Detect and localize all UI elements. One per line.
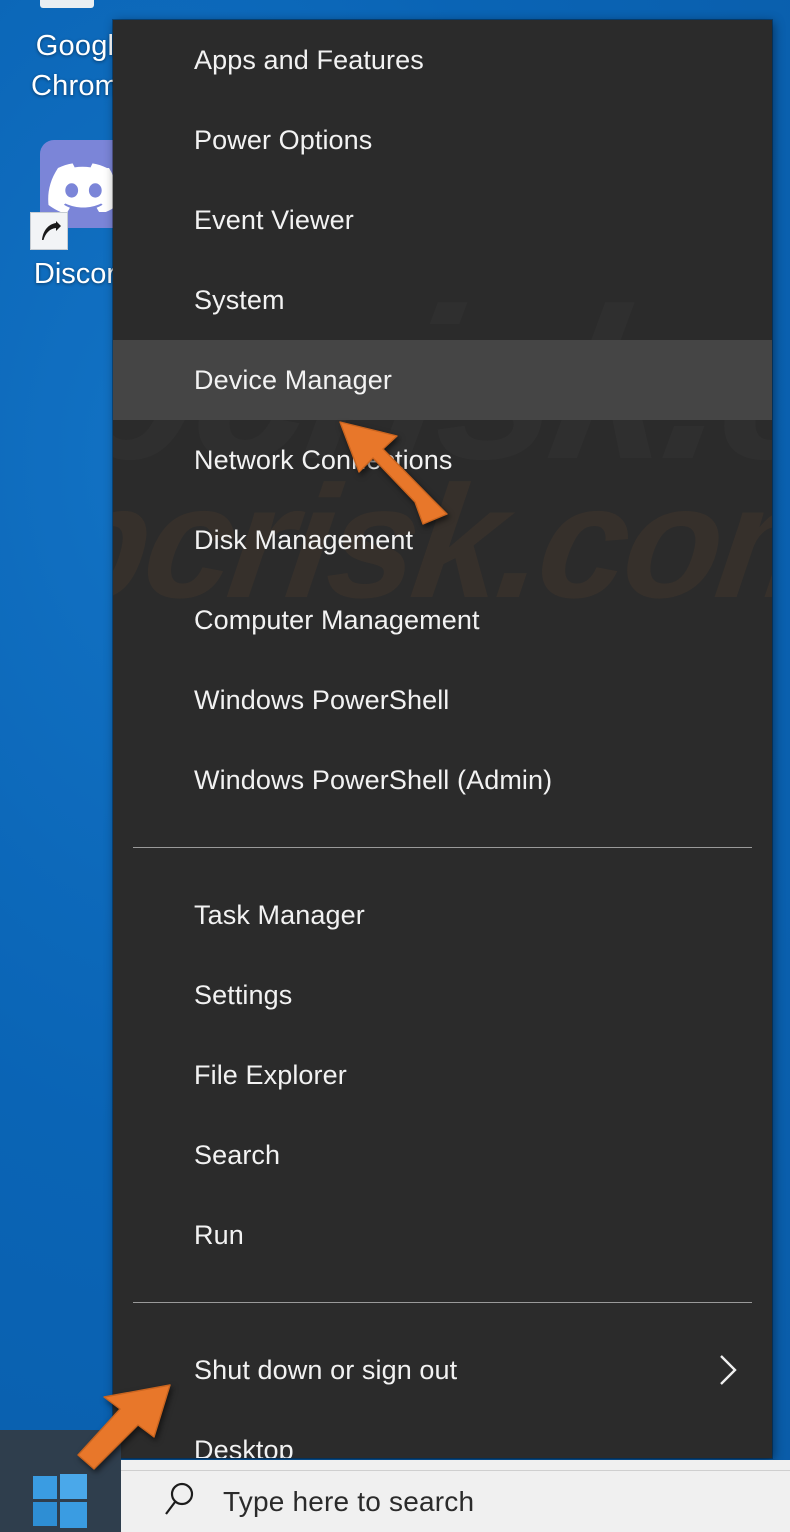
chrome-icon [40,0,94,8]
chevron-right-icon [717,1353,739,1387]
menu-item-run[interactable]: Run [113,1195,772,1275]
menu-item-label: Network Connections [194,445,453,476]
menu-item-apps-and-features[interactable]: Apps and Features [113,20,772,100]
menu-item-windows-powershell[interactable]: Windows PowerShell [113,660,772,740]
menu-item-event-viewer[interactable]: Event Viewer [113,180,772,260]
menu-item-disk-management[interactable]: Disk Management [113,500,772,580]
menu-item-label: Apps and Features [194,45,424,76]
menu-item-file-explorer[interactable]: File Explorer [113,1035,772,1115]
taskbar-search-box[interactable]: Type here to search [121,1470,790,1532]
menu-item-label: Power Options [194,125,372,156]
search-placeholder-text: Type here to search [223,1486,474,1518]
winx-menu-list: Apps and Features Power Options Event Vi… [113,20,772,1458]
windows-logo-icon [33,1474,87,1532]
menu-item-label: Run [194,1220,244,1251]
menu-item-label: Search [194,1140,280,1171]
menu-item-computer-management[interactable]: Computer Management [113,580,772,660]
menu-item-label: Settings [194,980,292,1011]
menu-item-task-manager[interactable]: Task Manager [113,875,772,955]
start-button[interactable] [0,1430,121,1532]
menu-item-shut-down-or-sign-out[interactable]: Shut down or sign out [113,1330,772,1410]
menu-item-label: File Explorer [194,1060,347,1091]
menu-item-label: Windows PowerShell [194,685,449,716]
menu-item-label: Disk Management [194,525,413,556]
menu-item-power-options[interactable]: Power Options [113,100,772,180]
menu-item-label: Device Manager [194,365,392,396]
separator-spacer-bottom-2 [113,1303,772,1330]
menu-item-label: Windows PowerShell (Admin) [194,765,552,796]
menu-item-system[interactable]: System [113,260,772,340]
winx-context-menu: pcrisk.com pcrisk.com Apps and Features … [113,20,772,1458]
separator-spacer-top-2 [113,1275,772,1302]
menu-item-windows-powershell-admin[interactable]: Windows PowerShell (Admin) [113,740,772,820]
menu-item-desktop[interactable]: Desktop [113,1410,772,1458]
menu-item-label: Task Manager [194,900,365,931]
separator-spacer-top [113,820,772,847]
menu-item-label: Shut down or sign out [194,1355,457,1386]
search-icon [163,1481,197,1522]
menu-item-network-connections[interactable]: Network Connections [113,420,772,500]
menu-item-search[interactable]: Search [113,1115,772,1195]
shortcut-overlay-icon [30,212,68,250]
menu-item-device-manager[interactable]: Device Manager [113,340,772,420]
menu-item-label: System [194,285,285,316]
menu-item-label: Desktop [194,1435,294,1459]
menu-item-label: Computer Management [194,605,480,636]
screen-root: GooglChrom Discor pcrisk.com pcrisk.com … [0,0,790,1532]
separator-spacer-bottom [113,848,772,875]
menu-item-label: Event Viewer [194,205,354,236]
menu-item-settings[interactable]: Settings [113,955,772,1035]
